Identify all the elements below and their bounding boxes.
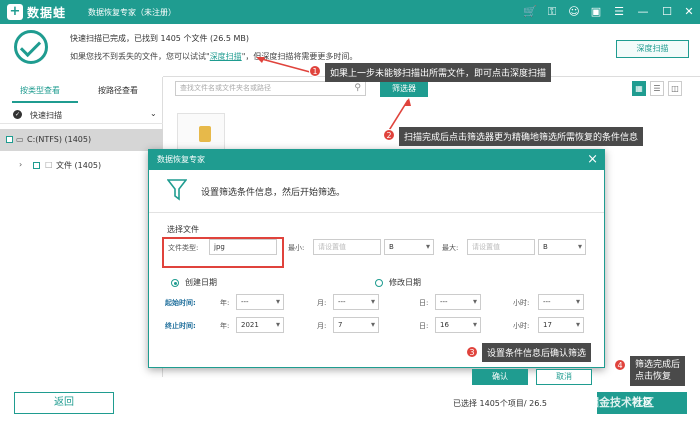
arrow-1 [257,57,311,73]
callout-3: 设置条件信息后确认筛选 [482,343,592,362]
step-badge-3: 3 [466,346,478,358]
step-badge-4: 4 [614,359,626,371]
callout-4: 筛选完成后 点击恢复 [630,356,686,386]
arrow-2-head [404,98,411,106]
callout-1: 如果上一步未能够扫描出所需文件，即可点击深度扫描 [325,63,552,82]
callout-4-line1: 筛选完成后 [635,360,681,370]
step-badge-2: 2 [383,129,395,141]
step-badge-1: 1 [309,65,321,77]
callout-4-line2: 点击恢复 [635,372,672,382]
callout-2: 扫描完成后点击筛选器更为精确地筛选所需恢复的条件信息 [399,127,644,146]
